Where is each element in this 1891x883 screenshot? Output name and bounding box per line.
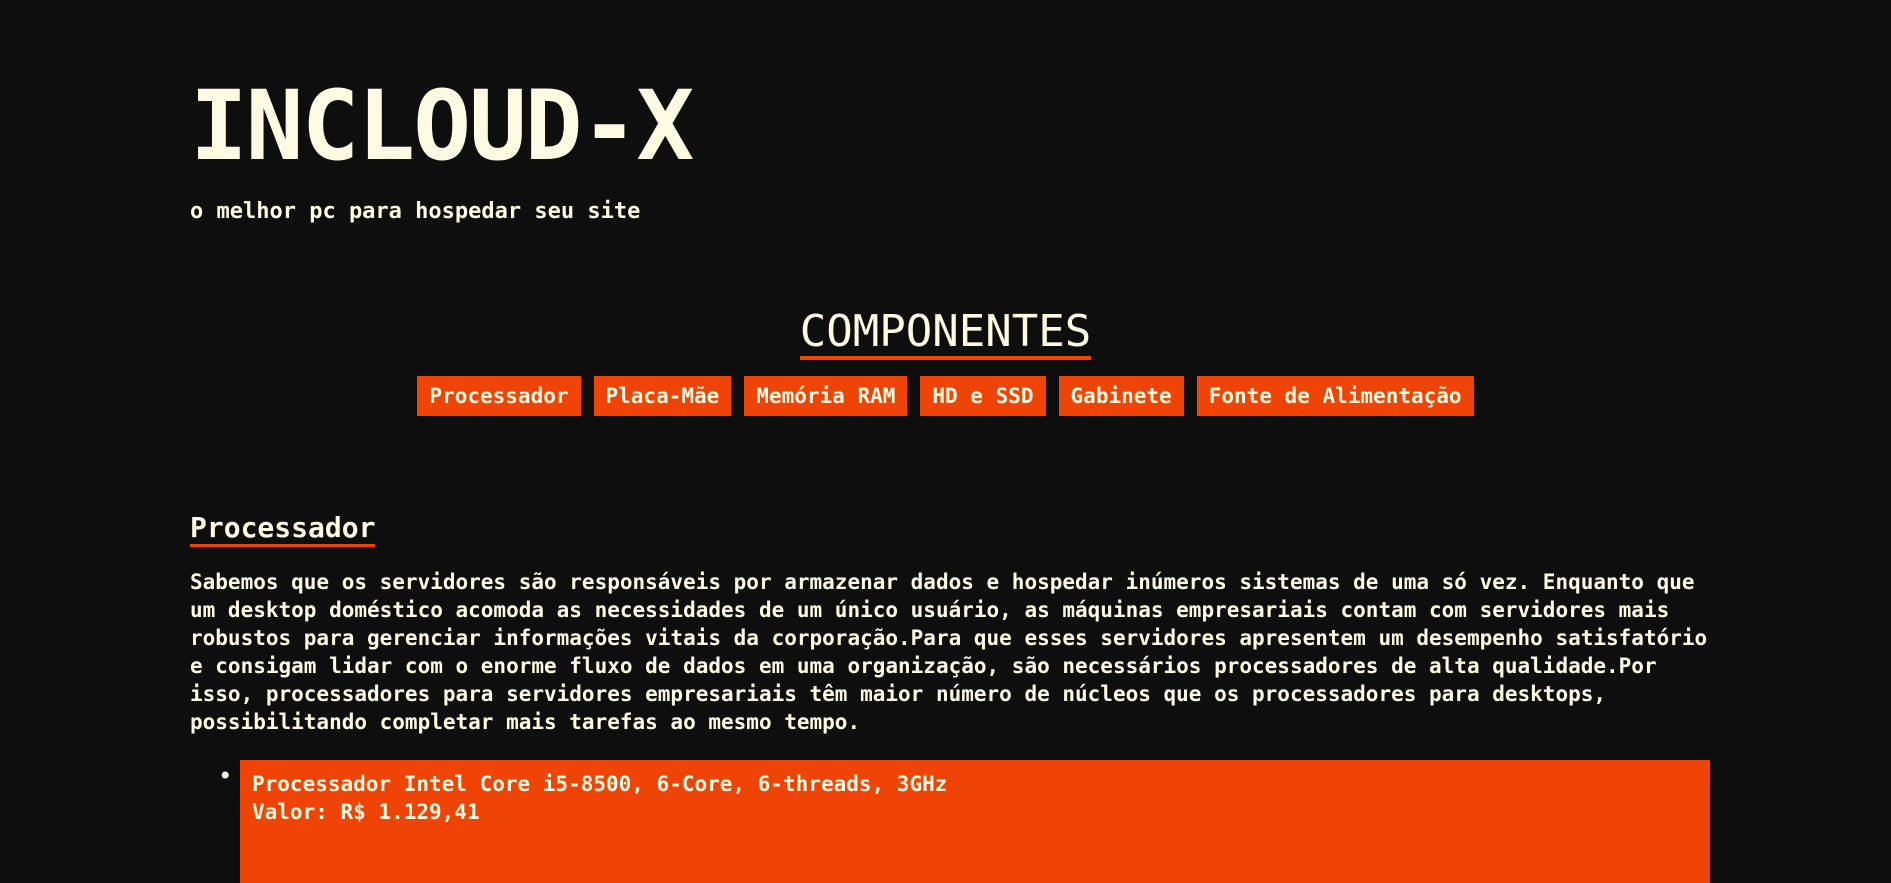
components-heading: COMPONENTES bbox=[0, 305, 1891, 360]
section-description: Sabemos que os servidores são responsáve… bbox=[190, 570, 1708, 734]
product-name: Processador Intel Core i5-8500, 6-Core, … bbox=[252, 772, 948, 796]
site-tagline: o melhor pc para hospedar seu site bbox=[190, 199, 641, 224]
bullet-icon: • bbox=[218, 762, 233, 790]
site-title: INCLOUD-X bbox=[190, 70, 694, 182]
components-heading-label: COMPONENTES bbox=[799, 308, 1092, 360]
components-nav: Processador Placa-Mãe Memória RAM HD e S… bbox=[0, 376, 1891, 416]
nav-fonte-alimentacao-button[interactable]: Fonte de Alimentação bbox=[1196, 376, 1474, 416]
product-price: R$ 1.129,41 bbox=[340, 800, 480, 824]
nav-memoria-ram-button[interactable]: Memória RAM bbox=[744, 376, 908, 416]
processor-image-icon bbox=[390, 872, 530, 883]
product-price-label: Valor: bbox=[252, 800, 328, 824]
nav-placa-mae-button[interactable]: Placa-Mãe bbox=[593, 376, 732, 416]
nav-gabinete-button[interactable]: Gabinete bbox=[1058, 376, 1184, 416]
nav-hd-ssd-button[interactable]: HD e SSD bbox=[920, 376, 1046, 416]
nav-processador-button[interactable]: Processador bbox=[417, 376, 581, 416]
product-price-row: Valor: R$ 1.129,41 bbox=[252, 798, 480, 826]
section-title: Processador bbox=[190, 510, 376, 547]
section-title-label: Processador bbox=[190, 511, 376, 547]
page: INCLOUD-X o melhor pc para hospedar seu … bbox=[0, 0, 1891, 883]
product-card[interactable]: Processador Intel Core i5-8500, 6-Core, … bbox=[240, 760, 1710, 883]
